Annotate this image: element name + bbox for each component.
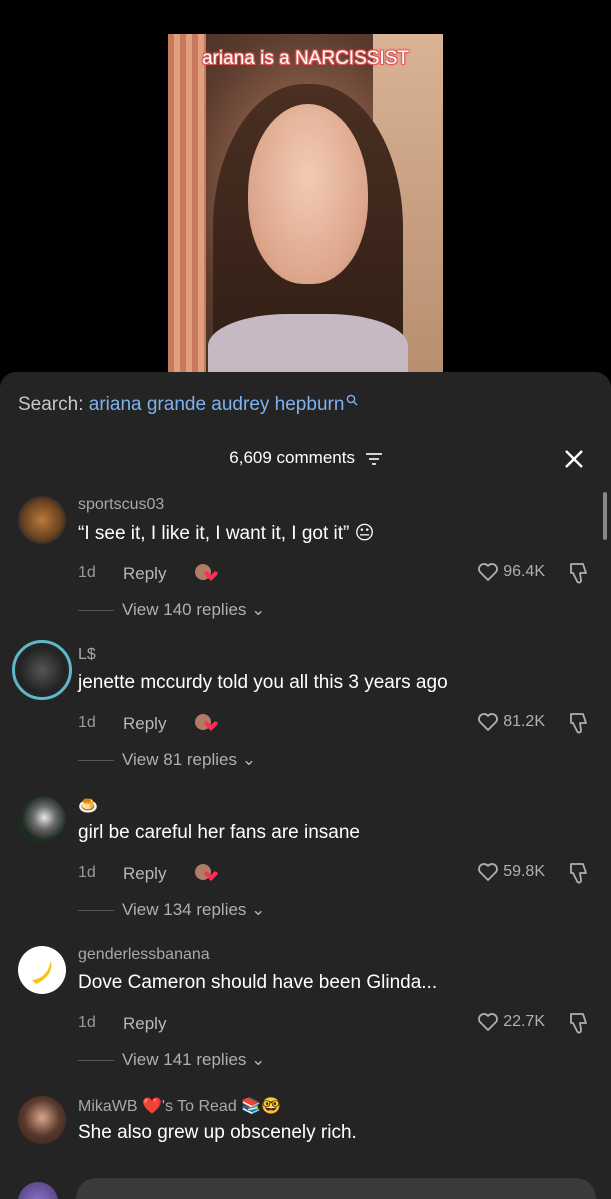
- add-comment-input[interactable]: [76, 1178, 596, 1199]
- comment-item: genderlessbanana Dove Cameron should hav…: [0, 946, 611, 1096]
- search-icon: [347, 394, 358, 406]
- reply-button[interactable]: Reply: [123, 714, 166, 734]
- heart-icon: [478, 863, 499, 881]
- search-query[interactable]: ariana grande audrey hepburn: [89, 394, 345, 415]
- reply-button[interactable]: Reply: [123, 864, 166, 884]
- view-replies-button[interactable]: View 81 replies ⌄: [78, 750, 256, 770]
- heart-icon: [478, 1013, 499, 1031]
- search-suggestion[interactable]: Search: ariana grande audrey hepburn: [18, 394, 358, 416]
- banana-icon: [32, 960, 52, 984]
- dislike-icon[interactable]: [565, 560, 591, 586]
- comment-text: jenette mccurdy told you all this 3 year…: [78, 672, 448, 693]
- dislike-icon[interactable]: [565, 860, 591, 886]
- comment-text: Dove Cameron should have been Glinda...: [78, 972, 438, 993]
- like-button[interactable]: 96.4K: [477, 562, 545, 582]
- comment-time: 1d: [78, 1014, 96, 1031]
- reply-button[interactable]: Reply: [123, 1014, 166, 1034]
- like-button[interactable]: 59.8K: [477, 862, 545, 882]
- comment-text: girl be careful her fans are insane: [78, 822, 360, 843]
- view-replies-button[interactable]: View 140 replies ⌄: [78, 600, 265, 620]
- comment-item: sportscus03 “I see it, I like it, I want…: [0, 496, 611, 646]
- view-replies-button[interactable]: View 141 replies ⌄: [78, 1050, 265, 1070]
- creator-liked-icon: [195, 714, 218, 731]
- search-label: Search:: [18, 394, 84, 415]
- my-avatar: [18, 1182, 58, 1199]
- comments-count: 6,609 comments: [229, 448, 355, 467]
- view-replies-label: View 81 replies: [122, 750, 237, 769]
- avatar[interactable]: [18, 946, 66, 994]
- avatar[interactable]: [18, 796, 66, 844]
- close-icon[interactable]: [563, 448, 585, 470]
- video-curtain: [168, 34, 206, 374]
- comment-username[interactable]: 🍮: [78, 796, 98, 816]
- chevron-down-icon: ⌄: [251, 900, 266, 919]
- comment-text: She also grew up obscenely rich.: [78, 1122, 357, 1143]
- comment-item: 🍮 girl be careful her fans are insane 1d…: [0, 796, 611, 946]
- creator-liked-icon: [195, 864, 218, 881]
- comment-username[interactable]: genderlessbanana: [78, 946, 210, 964]
- avatar[interactable]: [12, 640, 72, 700]
- comment-username[interactable]: MikaWB ❤️'s To Read 📚🤓: [78, 1096, 281, 1116]
- video-caption: ariana is a NARCISSIST: [202, 48, 409, 69]
- replies-divider: [78, 760, 114, 762]
- comment-time: 1d: [78, 564, 96, 581]
- replies-divider: [78, 910, 114, 912]
- chevron-down-icon: ⌄: [251, 1050, 266, 1069]
- like-count: 59.8K: [503, 863, 545, 881]
- view-replies-label: View 141 replies: [122, 1050, 247, 1069]
- video-shirt: [208, 314, 408, 374]
- heart-icon: [478, 713, 499, 731]
- comment-input-bar: [0, 1168, 611, 1199]
- chevron-down-icon: ⌄: [251, 600, 266, 619]
- view-replies-label: View 140 replies: [122, 600, 247, 619]
- view-replies-label: View 134 replies: [122, 900, 247, 919]
- heart-icon: [478, 563, 499, 581]
- like-count: 81.2K: [503, 713, 545, 731]
- comment-time: 1d: [78, 714, 96, 731]
- dislike-icon[interactable]: [565, 1010, 591, 1036]
- comment-username[interactable]: sportscus03: [78, 496, 164, 514]
- comment-item: L$ jenette mccurdy told you all this 3 y…: [0, 640, 611, 796]
- comment-text: “I see it, I like it, I want it, I got i…: [78, 523, 375, 544]
- comments-header: 6,609 comments: [0, 448, 611, 472]
- like-count: 22.7K: [503, 1013, 545, 1031]
- chevron-down-icon: ⌄: [241, 750, 256, 769]
- comment-username[interactable]: L$: [78, 646, 96, 664]
- reply-button[interactable]: Reply: [123, 564, 166, 584]
- view-replies-button[interactable]: View 134 replies ⌄: [78, 900, 265, 920]
- status-bar: [0, 0, 611, 8]
- comments-sheet: Search: ariana grande audrey hepburn 6,6…: [0, 372, 611, 1199]
- avatar[interactable]: [18, 1096, 66, 1144]
- creator-liked-icon: [195, 564, 218, 581]
- video-player[interactable]: ariana is a NARCISSIST: [168, 34, 443, 374]
- like-count: 96.4K: [503, 563, 545, 581]
- filter-icon[interactable]: [365, 452, 382, 466]
- dislike-icon[interactable]: [565, 710, 591, 736]
- replies-divider: [78, 1060, 114, 1062]
- avatar[interactable]: [18, 496, 66, 544]
- comment-time: 1d: [78, 864, 96, 881]
- video-face: [248, 104, 368, 284]
- like-button[interactable]: 22.7K: [477, 1012, 545, 1032]
- like-button[interactable]: 81.2K: [477, 712, 545, 732]
- replies-divider: [78, 610, 114, 612]
